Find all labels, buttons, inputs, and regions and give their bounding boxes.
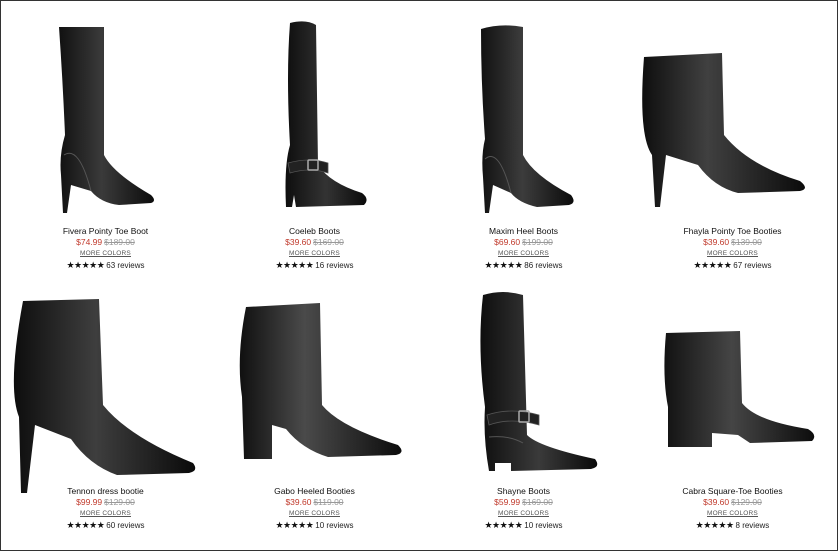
reviews-link[interactable]: 8 reviews (736, 521, 770, 530)
product-price: $39.60 $129.00 (628, 497, 837, 508)
product-price: $74.99 $189.00 (1, 237, 210, 248)
original-price: $129.00 (731, 497, 762, 507)
product-card[interactable]: Gabo Heeled Booties $39.60 $119.00 MORE C… (210, 269, 419, 550)
product-info: Gabo Heeled Booties $39.60 $119.00 MORE C… (210, 486, 419, 531)
star-rating-icon: ★★★★★ (695, 520, 734, 530)
product-name[interactable]: Maxim Heel Boots (419, 226, 628, 237)
original-price: $119.00 (313, 497, 344, 507)
product-price: $39.60 $139.00 (628, 237, 837, 248)
star-rating-icon: ★★★★★ (66, 520, 105, 530)
star-rating-icon: ★★★★★ (484, 520, 523, 530)
sale-price: $74.99 (76, 237, 103, 247)
product-grid-frame: Fivera Pointy Toe Boot $74.99 $189.00 MOR… (0, 0, 838, 551)
more-colors-link[interactable]: MORE COLORS (419, 248, 628, 259)
more-colors-link[interactable]: MORE COLORS (628, 508, 837, 519)
product-name[interactable]: Gabo Heeled Booties (210, 486, 419, 497)
reviews-link[interactable]: 60 reviews (106, 521, 144, 530)
product-card[interactable]: Cabra Square-Toe Booties $39.60 $129.00 M… (628, 269, 837, 550)
product-info: Shayne Boots $59.99 $169.00 MORE COLORS ★… (419, 486, 628, 531)
product-image[interactable] (628, 15, 837, 215)
product-name[interactable]: Shayne Boots (419, 486, 628, 497)
star-rating-icon: ★★★★★ (275, 520, 314, 530)
product-rating: ★★★★★ 10 reviews (419, 520, 628, 531)
more-colors-link[interactable]: MORE COLORS (1, 508, 210, 519)
product-card[interactable]: Fhayla Pointy Toe Booties $39.60 $139.00 … (628, 1, 837, 271)
product-name[interactable]: Cabra Square-Toe Booties (628, 486, 837, 497)
original-price: $189.00 (104, 237, 135, 247)
pointy-bootie-image (642, 53, 805, 207)
product-card[interactable]: Tennon dress bootie $99.99 $129.00 MORE C… (1, 269, 210, 550)
product-image[interactable] (419, 287, 628, 497)
more-colors-link[interactable]: MORE COLORS (1, 248, 210, 259)
product-image[interactable] (210, 15, 419, 215)
sale-price: $39.60 (285, 237, 312, 247)
sale-price: $69.60 (494, 237, 521, 247)
more-colors-link[interactable]: MORE COLORS (210, 508, 419, 519)
product-card[interactable]: Maxim Heel Boots $69.60 $199.00 MORE COLO… (419, 1, 628, 271)
riding-boot-image (480, 292, 598, 471)
more-colors-link[interactable]: MORE COLORS (628, 248, 837, 259)
product-info: Fhayla Pointy Toe Booties $39.60 $139.00 … (628, 226, 837, 271)
product-price: $39.60 $169.00 (210, 237, 419, 248)
product-price: $99.99 $129.00 (1, 497, 210, 508)
more-colors-link[interactable]: MORE COLORS (210, 248, 419, 259)
product-info: Cabra Square-Toe Booties $39.60 $129.00 M… (628, 486, 837, 531)
original-price: $199.00 (522, 237, 553, 247)
product-name[interactable]: Fhayla Pointy Toe Booties (628, 226, 837, 237)
product-rating: ★★★★★ 10 reviews (210, 520, 419, 531)
square-toe-bootie-image (664, 331, 815, 447)
product-info: Fivera Pointy Toe Boot $74.99 $189.00 MOR… (1, 226, 210, 271)
product-info: Coeleb Boots $39.60 $169.00 MORE COLORS ★… (210, 226, 419, 271)
original-price: $139.00 (731, 237, 762, 247)
block-heel-bootie-image (239, 303, 402, 459)
product-rating: ★★★★★ 60 reviews (1, 520, 210, 531)
original-price: $169.00 (522, 497, 553, 507)
product-card[interactable]: Shayne Boots $59.99 $169.00 MORE COLORS ★… (419, 269, 628, 550)
product-rating: ★★★★★ 8 reviews (628, 520, 837, 531)
tall-heel-boot-image (481, 25, 574, 214)
product-image[interactable] (628, 287, 837, 497)
product-price: $39.60 $119.00 (210, 497, 419, 508)
sale-price: $39.60 (703, 237, 730, 247)
product-image[interactable] (210, 287, 419, 497)
original-price: $129.00 (104, 497, 135, 507)
product-name[interactable]: Tennon dress bootie (1, 486, 210, 497)
reviews-link[interactable]: 10 reviews (315, 521, 353, 530)
stiletto-bootie-image (13, 299, 196, 493)
sale-price: $59.99 (494, 497, 521, 507)
sale-price: $39.60 (285, 497, 312, 507)
riding-boot-image (285, 21, 367, 208)
product-price: $59.99 $169.00 (419, 497, 628, 508)
more-colors-link[interactable]: MORE COLORS (419, 508, 628, 519)
product-info: Maxim Heel Boots $69.60 $199.00 MORE COLO… (419, 226, 628, 271)
product-name[interactable]: Fivera Pointy Toe Boot (1, 226, 210, 237)
tall-heel-boot-image (59, 27, 154, 213)
sale-price: $39.60 (703, 497, 730, 507)
product-name[interactable]: Coeleb Boots (210, 226, 419, 237)
product-image[interactable] (1, 287, 210, 497)
product-image[interactable] (1, 15, 210, 215)
original-price: $169.00 (313, 237, 344, 247)
product-card[interactable]: Coeleb Boots $39.60 $169.00 MORE COLORS ★… (210, 1, 419, 271)
sale-price: $99.99 (76, 497, 103, 507)
product-image[interactable] (419, 15, 628, 215)
product-price: $69.60 $199.00 (419, 237, 628, 248)
reviews-link[interactable]: 10 reviews (524, 521, 562, 530)
product-card[interactable]: Fivera Pointy Toe Boot $74.99 $189.00 MOR… (1, 1, 210, 271)
product-grid: Fivera Pointy Toe Boot $74.99 $189.00 MOR… (1, 1, 837, 550)
product-info: Tennon dress bootie $99.99 $129.00 MORE C… (1, 486, 210, 531)
